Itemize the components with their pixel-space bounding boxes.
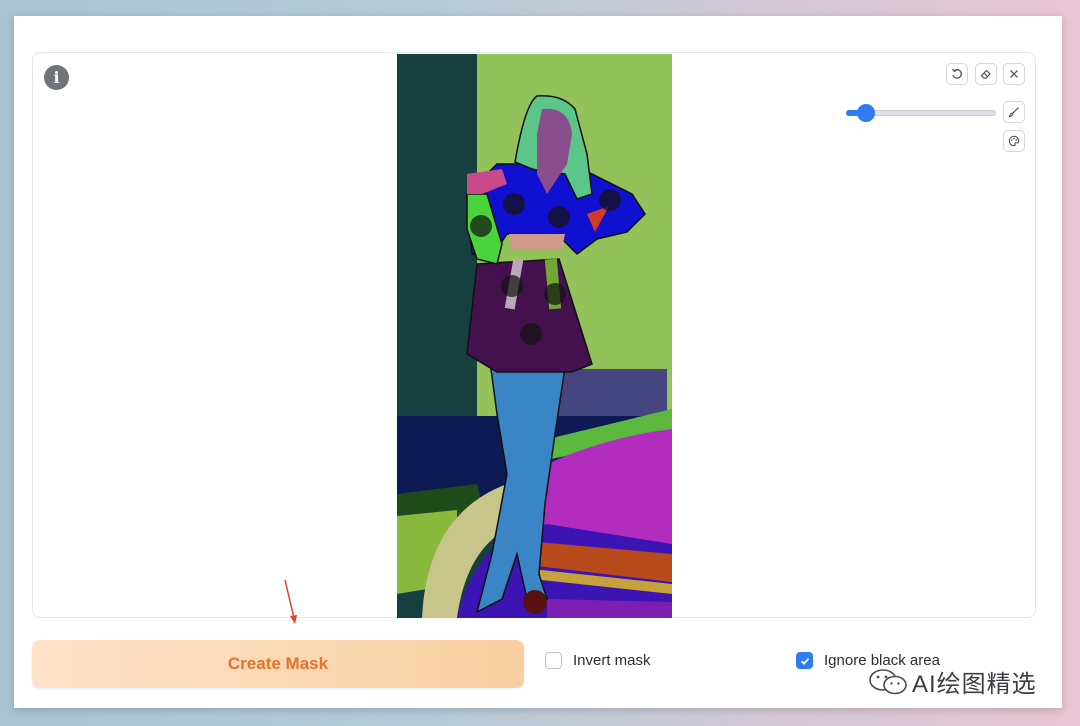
close-button[interactable] [1003,63,1025,85]
palette-button[interactable] [1003,130,1025,152]
eraser-button[interactable] [975,63,997,85]
eraser-icon [980,69,991,79]
invert-mask-box[interactable] [545,652,562,669]
annotation-arrow [284,579,297,624]
close-icon [1010,70,1018,78]
slider-thumb[interactable] [856,104,875,122]
palette-icon [1008,135,1020,147]
invert-mask-checkbox[interactable]: Invert mask [545,652,651,669]
info-icon[interactable]: i [44,65,69,90]
brush-size-slider[interactable] [846,104,996,122]
watermark: AI绘图精选 [866,664,1037,699]
invert-mask-label: Invert mask [573,652,651,669]
create-mask-button[interactable]: Create Mask [32,640,524,688]
wechat-icon [869,668,907,694]
segmented-image [397,54,672,618]
ignore-black-area-box[interactable] [796,652,813,669]
segmentation-canvas[interactable] [397,54,672,618]
watermark-text: AI绘图精选 [912,671,1037,698]
undo-button[interactable] [946,63,968,85]
brush-button[interactable] [1003,101,1025,123]
brush-icon [1008,107,1019,118]
checkmark-icon [800,657,809,665]
undo-icon [951,68,962,79]
